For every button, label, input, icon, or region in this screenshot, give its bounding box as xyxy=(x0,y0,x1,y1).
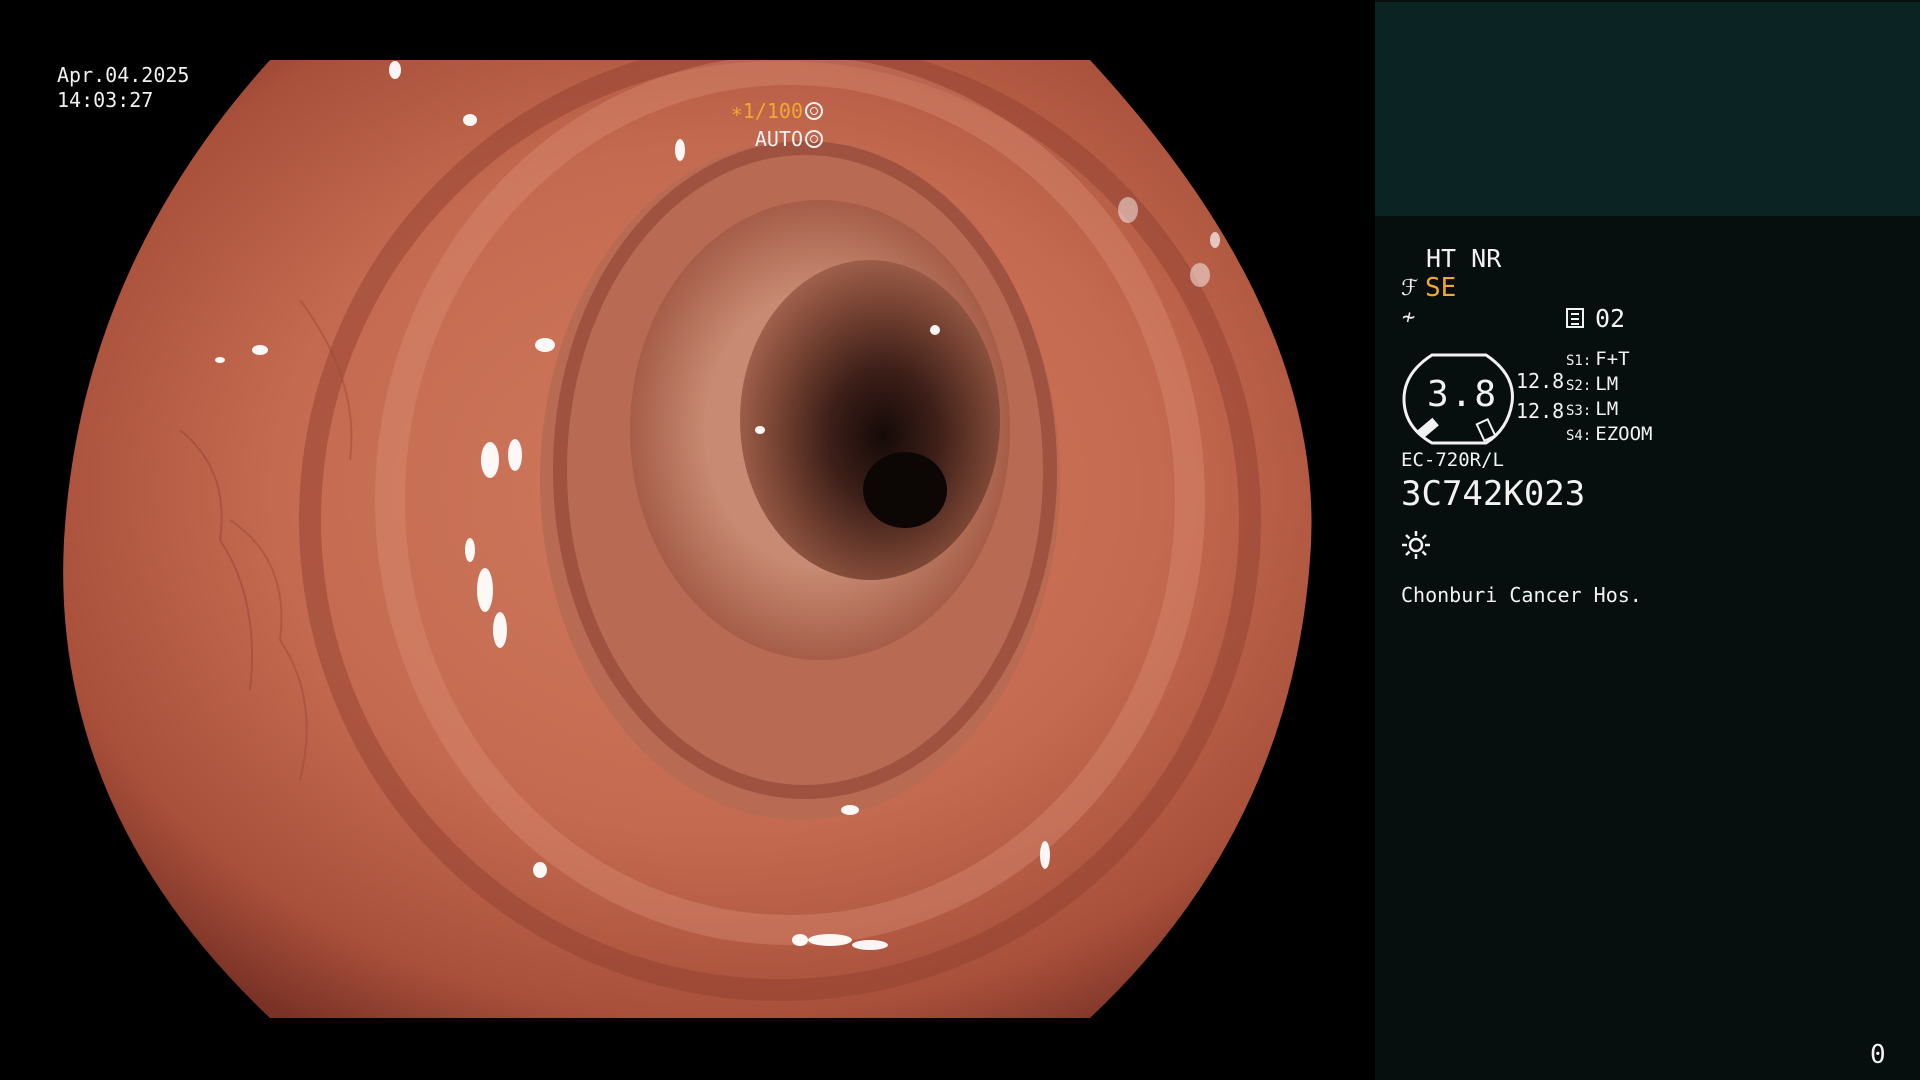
iris-icon xyxy=(805,130,823,148)
shutter-speed-text: ∗1/100 xyxy=(730,99,803,123)
color-setting-icon: ≁ xyxy=(1402,305,1416,330)
shutter-speed: ∗1/100 xyxy=(731,99,823,124)
switch-key: S1: xyxy=(1566,353,1592,369)
switch-value: F+T xyxy=(1595,348,1630,370)
switch-key: S2: xyxy=(1566,378,1592,394)
channel-number: 02 xyxy=(1595,304,1626,333)
info-panel: HT NR ℱ SE ≁ 02 3.8 12.8 12.8 S1: F+T S2:… xyxy=(1375,0,1920,1080)
shutter-icon xyxy=(805,102,823,120)
switch-s3: S3: LM xyxy=(1566,398,1618,420)
scope-serial: 3C742K023 xyxy=(1401,474,1586,514)
channel-memo-icon xyxy=(1566,308,1584,328)
ht-nr-mode: HT NR xyxy=(1426,244,1502,273)
switch-value: LM xyxy=(1595,373,1619,395)
exam-time: 14:03:27 xyxy=(57,88,154,112)
iris-mode-text: AUTO xyxy=(754,127,803,151)
light-source-icon xyxy=(1402,531,1430,559)
enhance-mode: SE xyxy=(1425,273,1457,303)
panel-header-block xyxy=(1375,2,1920,216)
image-counter: 0 xyxy=(1870,1040,1886,1070)
value-line-1: 12.8 xyxy=(1516,369,1565,393)
switch-s1: S1: F+T xyxy=(1566,348,1630,370)
exam-date: Apr.04.2025 xyxy=(57,63,190,87)
hospital-name: Chonburi Cancer Hos. xyxy=(1401,583,1642,607)
switch-value: EZOOM xyxy=(1595,423,1653,445)
enhance-icon: ℱ xyxy=(1401,276,1419,301)
endoscopic-image xyxy=(63,60,1312,1018)
switch-key: S3: xyxy=(1566,403,1592,419)
iris-mode: AUTO xyxy=(755,127,823,152)
switch-value: LM xyxy=(1595,398,1619,420)
switch-key: S4: xyxy=(1566,428,1592,444)
scope-model: EC-720R/L xyxy=(1401,449,1504,471)
switch-s4: S4: EZOOM xyxy=(1566,423,1653,445)
endoscope-video-area: Apr.04.2025 14:03:27 ∗1/100 AUTO xyxy=(0,0,1375,1080)
gauge-value: 3.8 xyxy=(1427,374,1499,415)
switch-s2: S2: LM xyxy=(1566,373,1618,395)
value-line-2: 12.8 xyxy=(1516,399,1565,423)
